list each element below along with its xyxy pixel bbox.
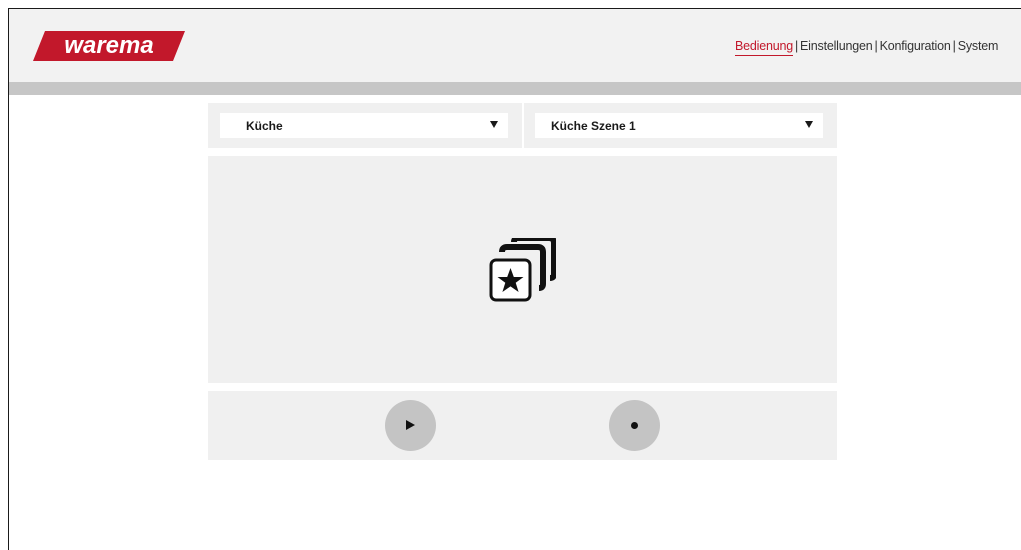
scene-select-value: Küche Szene 1 bbox=[551, 119, 636, 133]
room-select-value: Küche bbox=[246, 119, 283, 133]
warema-logo[interactable]: warema bbox=[33, 31, 185, 61]
nav-system[interactable]: System bbox=[958, 39, 999, 53]
play-icon bbox=[406, 420, 415, 430]
play-scene-button[interactable] bbox=[385, 400, 436, 451]
nav-konfiguration[interactable]: Konfiguration bbox=[880, 39, 951, 53]
scene-select[interactable]: Küche Szene 1 bbox=[535, 113, 823, 138]
nav-separator: | bbox=[794, 39, 799, 53]
selector-divider bbox=[522, 103, 524, 148]
room-select[interactable]: Küche bbox=[220, 113, 508, 138]
nav-separator: | bbox=[874, 39, 878, 53]
scene-control-panel bbox=[208, 391, 837, 460]
selector-panel: Küche Küche Szene 1 bbox=[208, 103, 837, 148]
nav-bedienung[interactable]: Bedienung bbox=[735, 39, 793, 56]
main-nav: Bedienung | Einstellungen | Konfiguration | Sy… bbox=[735, 39, 999, 56]
header: warema Bedienung | Einstellungen | Konfigura… bbox=[9, 9, 1021, 82]
triangle-down-icon bbox=[490, 121, 498, 128]
nav-separator: | bbox=[952, 39, 956, 53]
record-scene-button[interactable] bbox=[609, 400, 660, 451]
app-frame: warema Bedienung | Einstellungen | Konfigura… bbox=[8, 8, 1021, 550]
triangle-down-icon bbox=[805, 121, 813, 128]
header-divider-bar bbox=[9, 82, 1021, 95]
scene-display-panel bbox=[208, 156, 837, 383]
logo-text: warema bbox=[64, 32, 153, 59]
record-icon bbox=[631, 422, 638, 429]
scene-star-stack-icon bbox=[488, 235, 557, 304]
nav-einstellungen[interactable]: Einstellungen bbox=[800, 39, 873, 53]
